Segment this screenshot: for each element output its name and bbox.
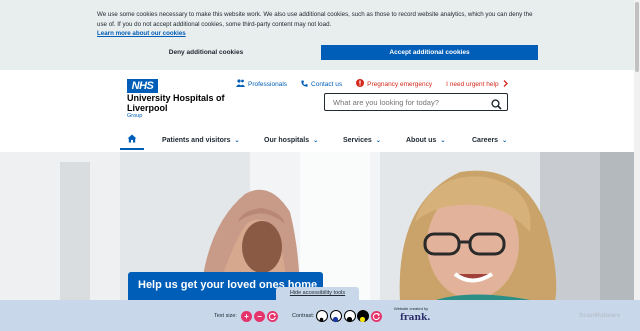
alert-icon	[356, 79, 365, 89]
contrast-blue-button[interactable]	[330, 310, 342, 323]
org-name[interactable]: University Hospitals of Liverpool	[127, 93, 237, 113]
nav-our-hospitals[interactable]: Our hospitals ⌄	[264, 130, 318, 150]
nav-label: Careers	[472, 136, 499, 144]
chevron-down-icon: ⌄	[375, 137, 381, 144]
scrollbar[interactable]	[634, 0, 640, 331]
nav-about-us[interactable]: About us ⌄	[406, 130, 445, 150]
deny-cookies-button[interactable]: Deny additional cookies	[97, 45, 315, 60]
contact-us-label: Contact us	[311, 80, 343, 88]
nav-label: About us	[406, 136, 437, 144]
contact-us-link[interactable]: Contact us	[301, 80, 342, 89]
accept-cookies-button[interactable]: Accept additional cookies	[321, 45, 538, 60]
urgent-help-label: I need urgent help	[446, 80, 499, 88]
nav-label: Our hospitals	[264, 136, 310, 144]
phone-icon	[301, 80, 308, 89]
people-icon	[236, 79, 245, 89]
increase-text-icon[interactable]: +	[241, 311, 252, 322]
main-nav: Patients and visitors ⌄ Our hospitals ⌄ …	[120, 130, 520, 150]
scanmalware-watermark: ScanMalware	[579, 312, 621, 319]
pregnancy-emergency-label: Pregnancy emergency	[367, 80, 433, 88]
scrollbar-thumb[interactable]	[635, 2, 639, 72]
cookie-banner: We use some cookies necessary to make th…	[0, 0, 634, 70]
contrast-default-button[interactable]	[316, 310, 328, 322]
chevron-right-icon	[503, 79, 508, 89]
site-created-by-label: Website created by	[394, 306, 429, 311]
top-links: Professionals Contact us Pregnancy emerg…	[236, 79, 522, 89]
page: We use some cookies necessary to make th…	[0, 0, 640, 331]
chevron-down-icon: ⌄	[313, 137, 319, 144]
search-input[interactable]	[333, 97, 483, 108]
chevron-down-icon: ⌄	[502, 137, 508, 144]
org-subtitle: Group	[127, 113, 143, 119]
chevron-down-icon: ⌄	[234, 137, 240, 144]
professionals-label: Professionals	[248, 80, 288, 88]
nav-home[interactable]	[120, 130, 144, 150]
chevron-down-icon: ⌄	[440, 137, 446, 144]
search-box	[324, 93, 508, 111]
pregnancy-emergency-link[interactable]: Pregnancy emergency	[356, 79, 432, 89]
contrast-dark-button[interactable]	[344, 310, 356, 323]
nav-label: Services	[343, 136, 372, 144]
nav-patients-visitors[interactable]: Patients and visitors ⌄	[162, 130, 240, 150]
reset-contrast-icon[interactable]	[371, 311, 382, 322]
professionals-link[interactable]: Professionals	[236, 79, 287, 89]
cookie-learn-more-link[interactable]: Learn more about our cookies	[97, 30, 186, 37]
urgent-help-link[interactable]: I need urgent help	[446, 79, 508, 89]
nav-careers[interactable]: Careers ⌄	[472, 130, 507, 150]
cookie-message: We use some cookies necessary to make th…	[97, 11, 533, 28]
home-icon	[127, 134, 137, 145]
text-size-label: Text size:	[214, 313, 237, 319]
search-icon[interactable]	[491, 97, 502, 110]
reset-text-icon[interactable]	[267, 311, 278, 322]
decrease-text-icon[interactable]: −	[254, 311, 265, 322]
contrast-label: Contrast:	[292, 313, 315, 319]
contrast-yellow-button[interactable]	[357, 310, 369, 323]
nav-label: Patients and visitors	[162, 136, 231, 144]
hide-accessibility-tools-link[interactable]: Hide accessibility tools	[276, 287, 359, 300]
nhs-logo[interactable]: NHS	[127, 79, 158, 93]
nav-services[interactable]: Services ⌄	[343, 130, 381, 150]
frank-logo[interactable]: frank.	[400, 313, 430, 323]
